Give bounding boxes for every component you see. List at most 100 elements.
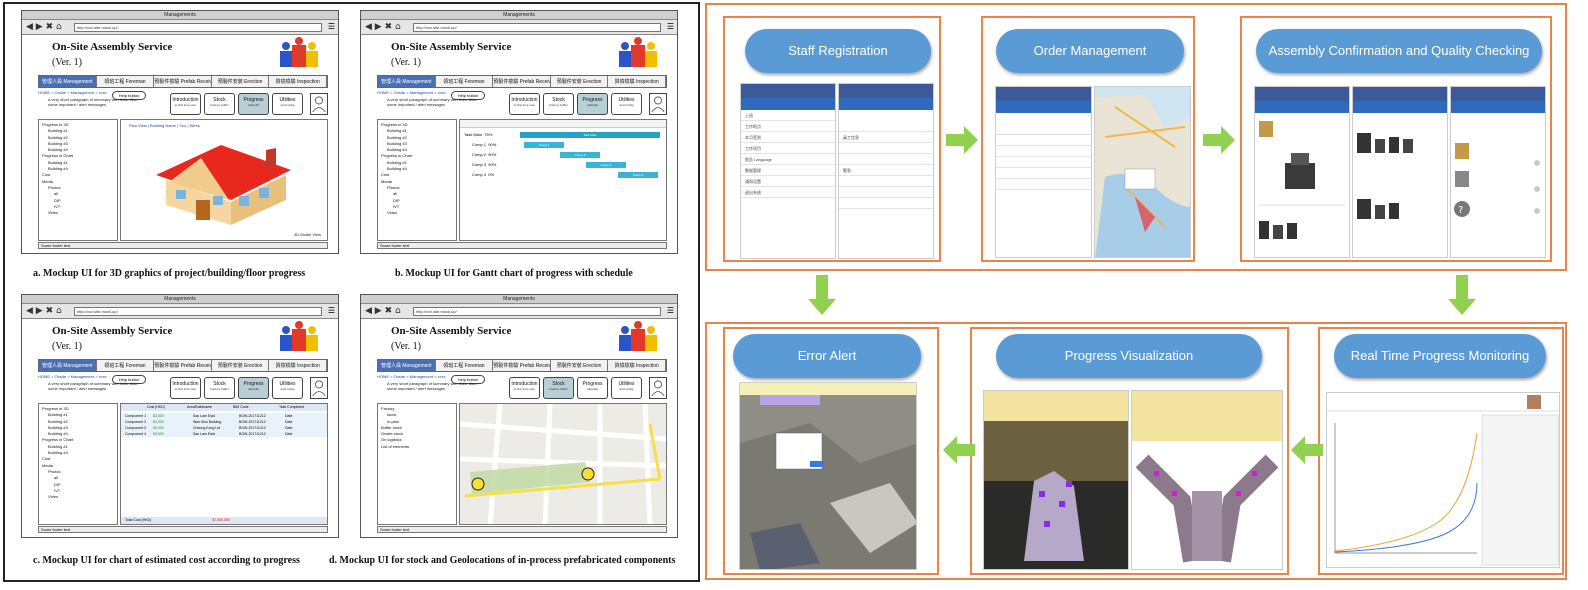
view-links[interactable]: Plan View | Building Name | Sun | Wires [129, 123, 200, 128]
nav-buttons-icon[interactable]: ◀ ▶ ✖ ⌂ [365, 306, 401, 316]
tree-item[interactable]: Video [42, 494, 114, 500]
introduction-button[interactable]: Introduction to first time user [170, 93, 201, 115]
gantt-bar-task-main[interactable]: Task Main [520, 132, 660, 138]
step-order-management[interactable]: Order Management [996, 29, 1184, 73]
list-item[interactable] [839, 143, 933, 154]
stock-button[interactable]: Stock Factory buffer [543, 377, 574, 399]
tab-inspection[interactable]: 質檢檢驗 Inspection [269, 76, 327, 87]
url-field[interactable]: http://xxx.site.mock.up/ [74, 23, 322, 32]
tab-prefab-receive[interactable]: 預製件檢驗 Prefab Receive [493, 360, 551, 371]
gantt-row[interactable]: Task Main 75% [464, 130, 496, 140]
step-realtime-monitoring[interactable]: Real Time Progress Monitoring [1334, 334, 1546, 378]
breadcrumb[interactable]: HOME > Onsite > Management > xxxx [38, 374, 107, 379]
introduction-button[interactable]: Introduction to first time user [170, 377, 201, 399]
table-row[interactable]: Component 4 $3,000 Sau Lam Estd BGW-2017112… [121, 431, 327, 437]
list-item[interactable] [839, 198, 933, 209]
window-title: Managements [361, 11, 677, 20]
list-item[interactable]: 通知设置 [741, 176, 835, 187]
tab-inspection[interactable]: 質檢檢驗 Inspection [269, 360, 327, 371]
utilities-button[interactable]: Utilities and config [272, 377, 303, 399]
tab-prefab-receive[interactable]: 預製件檢驗 Prefab Receive [154, 76, 212, 87]
list-item[interactable]: 退出系统 [741, 187, 835, 198]
list-item[interactable] [996, 157, 1091, 168]
order-item[interactable] [996, 113, 1091, 135]
step-staff-registration[interactable]: Staff Registration [745, 29, 931, 73]
tree-item[interactable]: List of elements [381, 444, 453, 450]
utilities-button[interactable]: Utilities and config [272, 93, 303, 115]
tab-prefab-receive[interactable]: 預製件檢驗 Prefab Receive [493, 76, 551, 87]
tab-erection[interactable]: 預製件安裝 Erection [550, 360, 609, 371]
menu-icon[interactable]: ☰ [328, 306, 335, 316]
tab-erection[interactable]: 預製件安裝 Erection [211, 360, 270, 371]
tab-foreman[interactable]: 領班工程 Foreman [435, 76, 494, 87]
gantt-row[interactable]: Comp 4 0% [464, 170, 496, 180]
progress-button[interactable]: Progress (default) [238, 377, 269, 399]
tab-inspection[interactable]: 質檢檢驗 Inspection [608, 76, 666, 87]
menu-icon[interactable]: ☰ [667, 22, 674, 32]
tree-item[interactable]: Video [42, 210, 114, 216]
gantt-row[interactable]: Comp 1 90% [464, 140, 496, 150]
list-item[interactable]: 工作项目 [741, 143, 835, 154]
list-item[interactable] [996, 179, 1091, 190]
url-field[interactable]: http://xxx.site.mock.up/ [74, 307, 322, 316]
list-item[interactable]: 上班 [741, 110, 835, 121]
step-progress-visualization[interactable]: Progress Visualization [996, 334, 1262, 378]
progress-button[interactable]: Progress (default) [577, 93, 608, 115]
stock-button[interactable]: Stock Factory buffer [204, 93, 235, 115]
gantt-bar-comp-2[interactable]: Comp 2 [560, 152, 600, 158]
nav-buttons-icon[interactable]: ◀ ▶ ✖ ⌂ [26, 22, 62, 32]
gantt-bar-comp-4[interactable]: Comp 4 [618, 172, 658, 178]
breadcrumb[interactable]: HOME > Onsite > Management > xxxx [377, 90, 446, 95]
gantt-row[interactable]: Comp 3 90% [464, 160, 496, 170]
list-item[interactable]: 工作地点 [741, 121, 835, 132]
tab-erection[interactable]: 預製件安裝 Erection [211, 76, 270, 87]
avatar[interactable] [310, 377, 328, 399]
progress-button[interactable]: Progress (default) [238, 93, 269, 115]
list-item[interactable] [839, 154, 933, 165]
tab-management[interactable]: 管理人員 Management [378, 360, 436, 371]
gantt-bar-comp-1[interactable]: Comp 1 [524, 142, 564, 148]
tab-foreman[interactable]: 領班工程 Foreman [96, 360, 155, 371]
progress-button[interactable]: Progress (default) [577, 377, 608, 399]
tab-erection[interactable]: 預製件安裝 Erection [550, 76, 609, 87]
list-item[interactable]: 报告 Language [741, 154, 835, 165]
gantt-row[interactable]: Comp 2 90% [464, 150, 496, 160]
introduction-button[interactable]: Introduction to first time user [509, 93, 540, 115]
tab-management[interactable]: 管理人員 Management [39, 76, 97, 87]
utilities-button[interactable]: Utilities and config [611, 93, 642, 115]
utilities-button[interactable]: Utilities and config [611, 377, 642, 399]
tab-foreman[interactable]: 領班工程 Foreman [435, 360, 494, 371]
list-item[interactable] [839, 187, 933, 198]
list-item[interactable]: 数据管理 [741, 165, 835, 176]
tab-prefab-receive[interactable]: 預製件檢驗 Prefab Receive [154, 360, 212, 371]
stock-button[interactable]: Stock Factory buffer [204, 377, 235, 399]
url-field[interactable]: http://xxx.site.mock.up/ [413, 23, 661, 32]
breadcrumb[interactable]: HOME > Onsite > Management > xxxx [38, 90, 107, 95]
nav-buttons-icon[interactable]: ◀ ▶ ✖ ⌂ [365, 22, 401, 32]
step-error-alert[interactable]: Error Alert [733, 334, 921, 378]
avatar[interactable] [310, 93, 328, 115]
breadcrumb[interactable]: HOME > Onsite > Management > xxxx [377, 374, 446, 379]
tab-management[interactable]: 管理人員 Management [39, 360, 97, 371]
gantt-bar-comp-3[interactable]: Comp 3 [586, 162, 626, 168]
list-item[interactable] [996, 135, 1091, 146]
tab-inspection[interactable]: 質檢檢驗 Inspection [608, 360, 666, 371]
list-item[interactable] [839, 110, 933, 132]
menu-icon[interactable]: ☰ [328, 22, 335, 32]
list-item[interactable] [996, 146, 1091, 157]
list-item[interactable]: 本月签到 [741, 132, 835, 143]
avatar[interactable] [649, 377, 667, 399]
url-field[interactable]: http://xxx.site.mock.up/ [413, 307, 661, 316]
tab-management[interactable]: 管理人員 Management [378, 76, 436, 87]
tab-foreman[interactable]: 領班工程 Foreman [96, 76, 155, 87]
step-assembly-confirmation[interactable]: Assembly Confirmation and Quality Checki… [1256, 29, 1542, 73]
menu-icon[interactable]: ☰ [667, 306, 674, 316]
avatar[interactable] [649, 93, 667, 115]
list-item[interactable] [839, 176, 933, 187]
geolocation-map-panel[interactable] [459, 403, 667, 525]
stock-button[interactable]: Stock Factory buffer [543, 93, 574, 115]
tree-item[interactable]: Video [381, 210, 453, 216]
nav-buttons-icon[interactable]: ◀ ▶ ✖ ⌂ [26, 306, 62, 316]
list-item[interactable] [996, 168, 1091, 179]
introduction-button[interactable]: Introduction to first time user [509, 377, 540, 399]
